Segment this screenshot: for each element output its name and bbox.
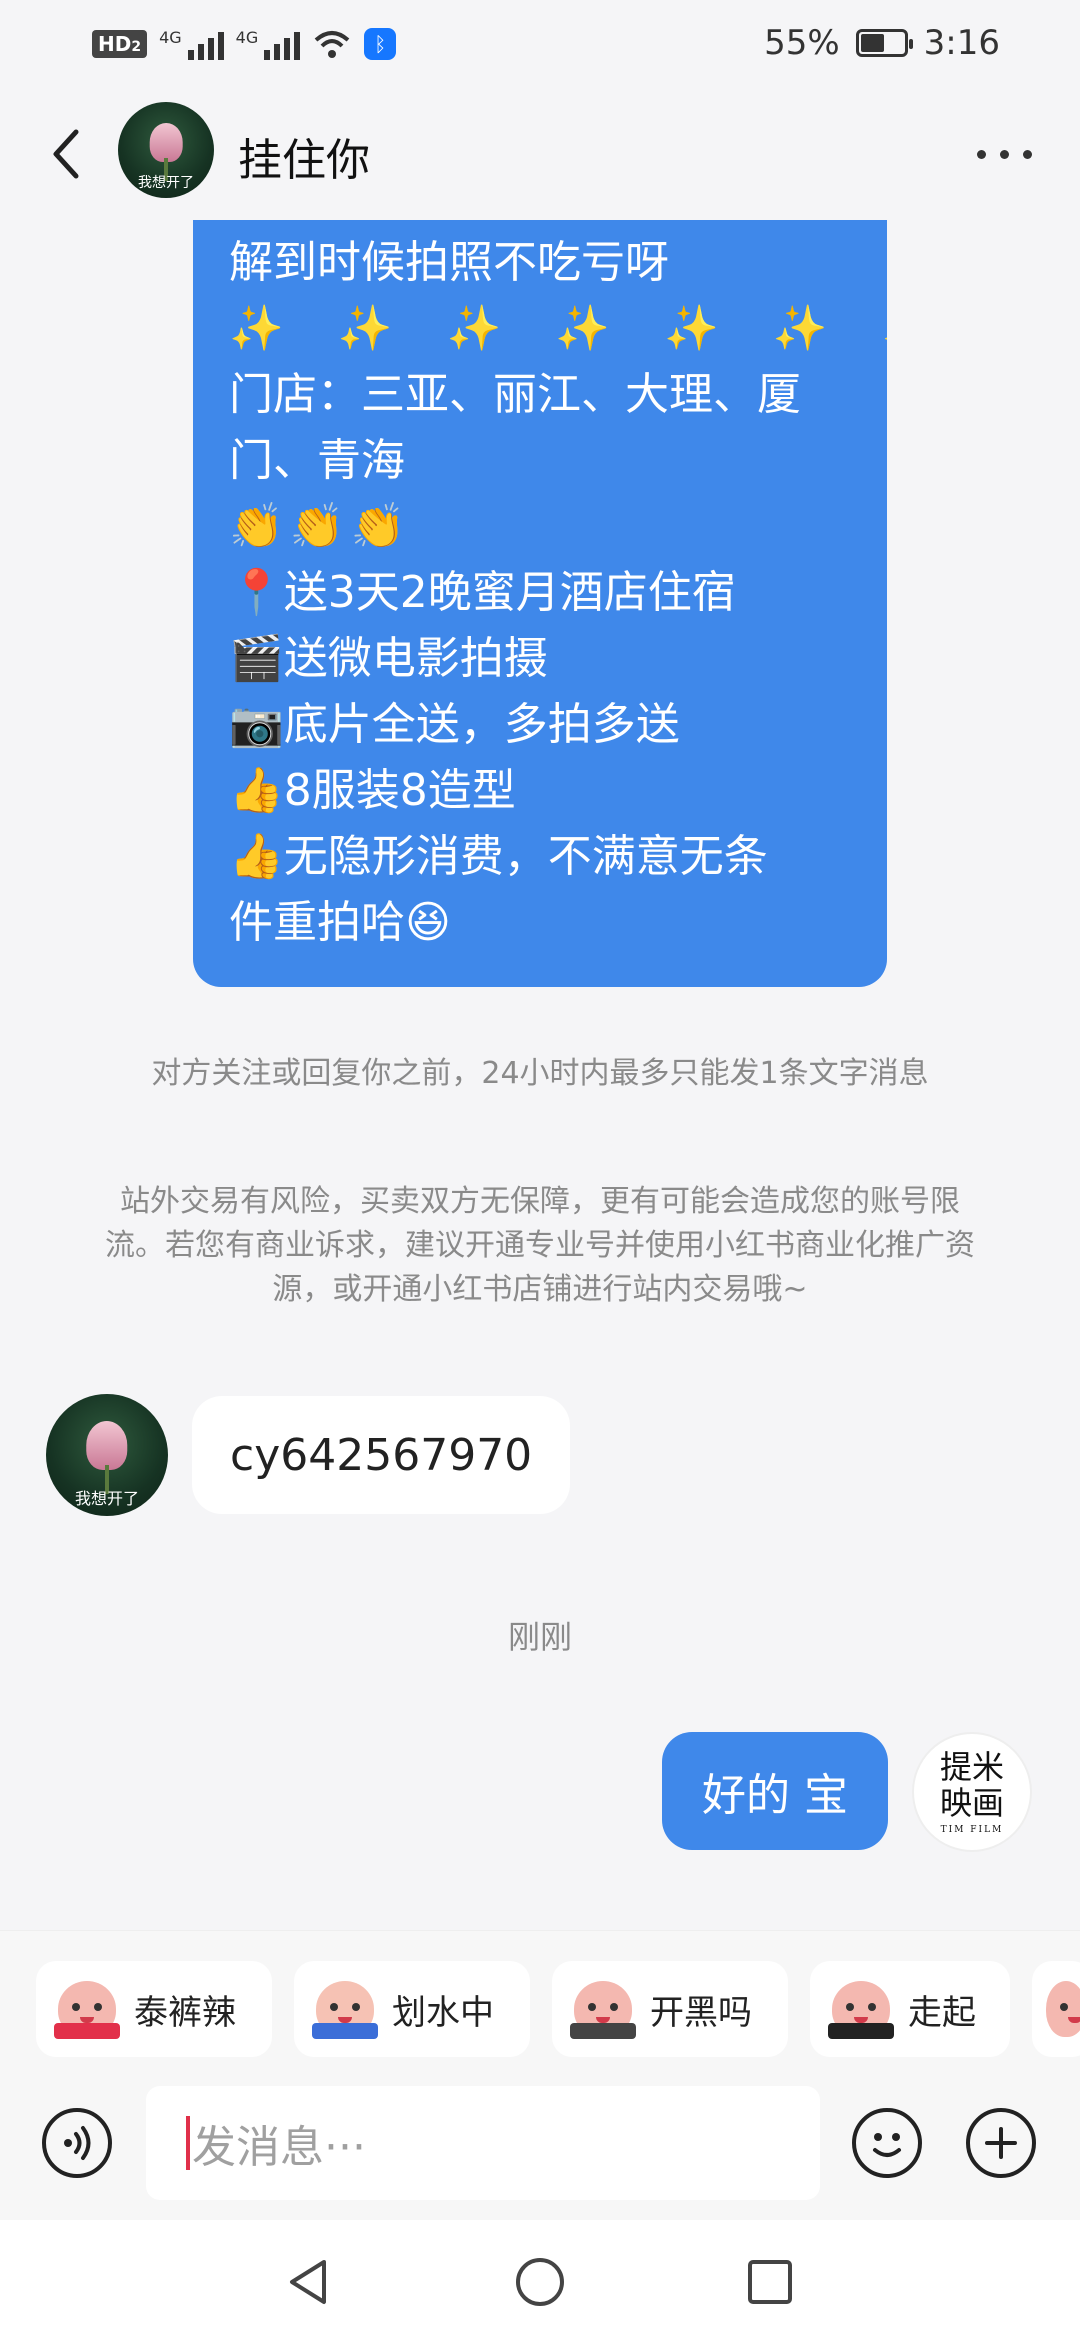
avatar-caption: 我想开了 [138,175,194,192]
promo-message-lines: 解到时候拍照不吃亏呀 ✨ ✨ ✨ ✨ ✨ ✨ ✨ ✨ 门店：三亚、丽江、大理、厦门、… [229,230,887,956]
nav-home-icon[interactable] [514,2256,566,2308]
promo-line: 件重拍哈😆 [229,897,451,948]
sender-avatar[interactable]: 我想开了 [46,1394,168,1516]
sticker-kai-hei-icon [570,1981,636,2039]
promo-line: 📍送3天2晚蜜月酒店住宿 [229,567,736,618]
incoming-message-bubble[interactable]: cy642567970 [192,1396,571,1514]
text-cursor [186,2116,190,2170]
more-options-icon[interactable] [977,150,1032,159]
sticker-tai-ku-la-icon [54,1981,120,2039]
my-avatar[interactable]: 提米 映画 TIM FILM [912,1732,1032,1852]
add-attachment-icon[interactable] [966,2108,1036,2178]
sticker-chip-3[interactable]: 走起 [810,1961,1010,2057]
voice-input-icon[interactable] [42,2108,112,2178]
promo-line: 👍无隐形消费，不满意无条 [229,831,768,882]
chat-header: 我想开了 挂住你 [0,86,1080,220]
battery-percent: 55% [764,23,840,63]
sticker-chip-overflow[interactable] [1032,1961,1080,2057]
message-input-placeholder: 发消息··· [192,2122,366,2173]
promo-line: 门、青海 [229,435,405,486]
hd-label: HD [98,32,132,56]
status-bar: HD2 4G 4G ᛒ 55% 3:16 [0,0,1080,86]
sticker-zou-qi-icon [828,1981,894,2039]
message-timestamp: 刚刚 [507,1618,572,1656]
sticker-label-2: 开黑吗 [650,1992,752,2033]
outgoing-message-bubble[interactable]: 好的 宝 [662,1732,888,1850]
nav-back-icon[interactable] [284,2256,332,2308]
my-avatar-line1: 提米 [939,1748,1004,1786]
clock: 3:16 [923,23,1000,63]
promo-line: 📷底片全送，多拍多送 [229,699,680,750]
status-left-group: HD2 4G 4G ᛒ [92,22,397,66]
sticker-hua-shui-icon [312,1981,378,2039]
sticker-label-1: 划水中 [392,1992,494,2033]
sticker-label-0: 泰裤辣 [134,1992,236,2033]
promo-line: 👏👏👏 [229,501,412,552]
wifi-icon [314,31,350,58]
promo-line: 🎬送微电影拍摄 [229,633,548,684]
back-arrow-icon[interactable] [46,126,86,182]
cell-signal-2-icon: 4G [236,28,301,60]
message-input-bar: 发消息··· [0,2080,1080,2220]
sticker-chip-0[interactable]: 泰裤辣 [36,1961,272,2057]
my-avatar-sub: TIM FILM [940,1825,1004,1835]
promo-line: ✨ ✨ ✨ ✨ ✨ ✨ ✨ ✨ [229,303,887,354]
sticker-label-3: 走起 [908,1992,976,2033]
cell-signal-icon: 4G [159,28,224,60]
hd-indicator: HD2 [92,30,148,58]
my-avatar-line2: 映画 [939,1784,1004,1822]
promo-message-bubble[interactable]: 解到时候拍照不吃亏呀 ✨ ✨ ✨ ✨ ✨ ✨ ✨ ✨ 门店：三亚、丽江、大理、厦门、… [193,200,887,987]
risk-warning-notice: 站外交易有风险，买卖双方无保障，更有可能会造成您的账号限流。若您有商业诉求，建议… [105,1184,975,1307]
sender-avatar-caption: 我想开了 [74,1488,139,1508]
sticker-chip-2[interactable]: 开黑吗 [552,1961,788,2057]
chat-title[interactable]: 挂住你 [238,124,370,188]
sticker-chip-1[interactable]: 划水中 [294,1961,530,2057]
message-input[interactable]: 发消息··· [146,2086,820,2200]
network-type-2: 4G [235,28,259,47]
promo-line: 👍8服装8造型 [229,765,516,816]
network-type-1: 4G [159,28,182,47]
promo-line: 解到时候拍照不吃亏呀 [229,237,669,288]
nav-recents-icon[interactable] [746,2258,794,2306]
system-navigation-bar [0,2220,1080,2340]
promo-line: 门店：三亚、丽江、大理、厦 [229,369,801,420]
emoji-icon[interactable] [852,2108,922,2178]
sticker-suggestion-bar: 泰裤辣 划水中 开黑吗 走起 [0,1930,1080,2081]
sticker-more-icon [1046,1981,1080,2037]
message-limit-notice: 对方关注或回复你之前，24小时内最多只能发1条文字消息 [151,1056,929,1091]
status-right-group: 55% 3:16 [764,18,1000,68]
contact-avatar[interactable]: 我想开了 [118,102,214,198]
battery-icon [855,29,913,57]
bluetooth-icon: ᛒ [364,28,397,60]
hd-sub-label: 2 [131,39,142,55]
